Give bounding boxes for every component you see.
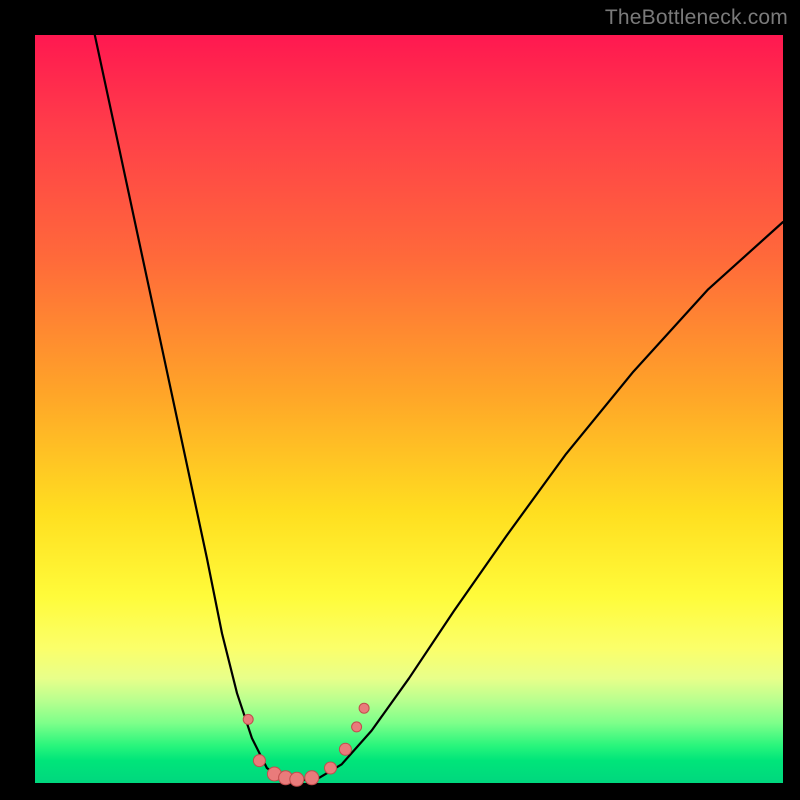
data-marker — [243, 714, 253, 724]
data-marker — [359, 703, 369, 713]
curves-layer — [35, 35, 783, 783]
data-marker — [253, 755, 265, 767]
curve-group — [95, 35, 783, 781]
plot-area — [35, 35, 783, 783]
data-marker — [325, 762, 337, 774]
right-curve — [297, 222, 783, 781]
data-marker — [290, 772, 304, 786]
data-marker — [305, 771, 319, 785]
marker-group — [243, 703, 369, 786]
data-marker — [352, 722, 362, 732]
left-curve — [95, 35, 297, 781]
watermark-text: TheBottleneck.com — [605, 6, 788, 30]
data-marker — [339, 743, 351, 755]
chart-frame: TheBottleneck.com — [0, 0, 800, 800]
